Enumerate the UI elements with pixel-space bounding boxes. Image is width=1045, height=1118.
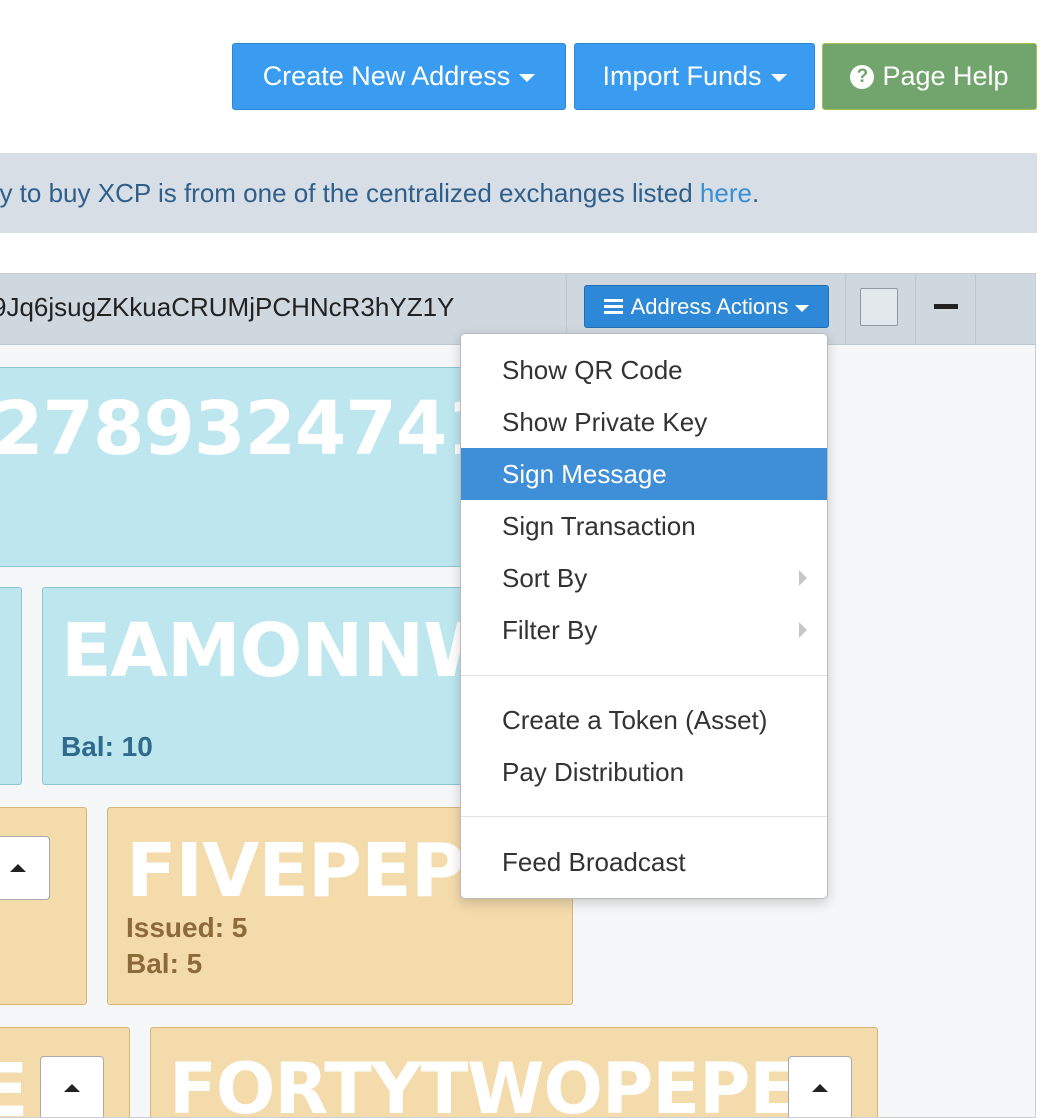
- menu-item-show-qr-code[interactable]: Show QR Code: [461, 344, 827, 396]
- asset-card[interactable]: EAMONNW Bal: 10: [42, 587, 502, 785]
- chevron-down-icon: [519, 74, 536, 82]
- menu-item-label: Show QR Code: [502, 354, 683, 385]
- address-text: 9Jq6jsugZKkuaCRUMjPCHNcR3hYZ1Y: [0, 292, 455, 322]
- chevron-up-icon: [812, 1084, 828, 1092]
- asset-name: E: [0, 1048, 29, 1117]
- chevron-right-icon: [799, 570, 807, 586]
- info-text: ay to buy XCP is from one of the central…: [0, 178, 759, 209]
- menu-item-label: Create a Token (Asset): [502, 704, 768, 735]
- menu-item-label: Sign Transaction: [502, 510, 696, 541]
- info-period: .: [751, 177, 760, 208]
- menu-divider: [461, 816, 827, 817]
- asset-card[interactable]: 27893247415: [0, 367, 500, 567]
- header-divider: [845, 274, 846, 344]
- page-help-button[interactable]: ? Page Help: [822, 43, 1037, 110]
- address-actions-label: Address Actions: [630, 293, 789, 319]
- asset-card[interactable]: [0, 587, 22, 785]
- menu-item-create-token[interactable]: Create a Token (Asset): [461, 694, 827, 746]
- address-actions-menu: Show QR Code Show Private Key Sign Messa…: [460, 333, 828, 899]
- header-divider: [975, 274, 976, 344]
- page-help-label: Page Help: [882, 61, 1009, 91]
- hamburger-icon: [603, 296, 623, 317]
- menu-item-filter-by[interactable]: Filter By: [461, 604, 827, 656]
- chevron-down-icon: [795, 304, 810, 312]
- question-circle-icon: ?: [850, 64, 875, 89]
- menu-item-sign-transaction[interactable]: Sign Transaction: [461, 500, 827, 552]
- asset-name: EAMONNW: [61, 608, 502, 694]
- asset-menu-button[interactable]: [40, 1056, 104, 1117]
- select-address-checkbox[interactable]: [860, 288, 898, 326]
- menu-item-label: Pay Distribution: [502, 756, 685, 787]
- asset-name: FIVEPEPE: [126, 828, 514, 914]
- asset-name: 27893247415: [0, 386, 500, 472]
- menu-item-label: Feed Broadcast: [502, 846, 686, 877]
- exchanges-link[interactable]: here: [700, 178, 752, 208]
- asset-issued: Issued: 5: [126, 912, 248, 943]
- asset-balance: Bal: 5: [126, 948, 203, 979]
- chevron-up-icon: [64, 1084, 80, 1092]
- menu-item-show-private-key[interactable]: Show Private Key: [461, 396, 827, 448]
- chevron-right-icon: [799, 622, 807, 638]
- create-new-address-button[interactable]: Create New Address: [232, 43, 566, 110]
- menu-item-label: Filter By: [502, 614, 598, 645]
- info-message: ay to buy XCP is from one of the central…: [0, 177, 700, 208]
- chevron-down-icon: [770, 74, 787, 82]
- chevron-up-icon: [10, 864, 26, 872]
- menu-divider: [461, 675, 827, 676]
- menu-item-pay-distribution[interactable]: Pay Distribution: [461, 746, 827, 798]
- asset-card[interactable]: [0, 807, 87, 1005]
- asset-menu-button[interactable]: [788, 1056, 852, 1117]
- create-new-address-label: Create New Address: [262, 61, 511, 91]
- menu-item-label: Show Private Key: [502, 406, 708, 437]
- menu-item-label: Sign Message: [502, 458, 667, 489]
- info-alert: ay to buy XCP is from one of the central…: [0, 153, 1037, 233]
- asset-name: FORTYTWOPEPE: [169, 1048, 797, 1118]
- header-divider: [915, 274, 916, 344]
- asset-menu-button[interactable]: [0, 836, 50, 900]
- import-funds-button[interactable]: Import Funds: [574, 43, 815, 110]
- minimize-icon[interactable]: [934, 304, 958, 309]
- menu-item-sign-message[interactable]: Sign Message: [461, 448, 827, 500]
- asset-card[interactable]: E: [0, 1027, 130, 1117]
- address-actions-button[interactable]: Address Actions: [584, 285, 829, 328]
- menu-item-feed-broadcast[interactable]: Feed Broadcast: [461, 836, 827, 888]
- import-funds-label: Import Funds: [602, 61, 762, 91]
- asset-balance: Bal: 10: [61, 731, 153, 762]
- menu-item-sort-by[interactable]: Sort By: [461, 552, 827, 604]
- asset-card[interactable]: FORTYTWOPEPE: [150, 1027, 878, 1118]
- menu-item-label: Sort By: [502, 562, 588, 593]
